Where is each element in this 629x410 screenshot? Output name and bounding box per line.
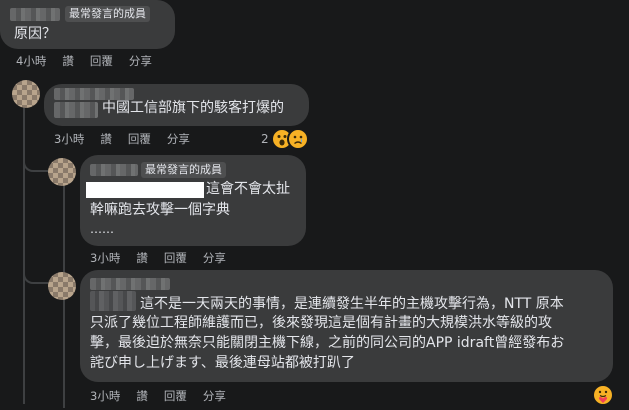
comment-text-line: …… [90,222,114,236]
blurred-username [90,278,170,290]
reaction-summary[interactable] [592,384,614,410]
comment-text-line: 這會不會太扯 [206,181,290,197]
comment-timestamp[interactable]: 3小時 [90,250,120,266]
redacted-mention [86,182,204,198]
comment-actions: 3小時 讚 回覆 分享 [90,388,226,404]
comment-text: 原因？ [14,26,56,42]
avatar[interactable] [48,158,76,186]
comment-text-line: 詫び申し上げます、最後連母站都被打趴了 [90,355,355,371]
top-contributor-badge: 最常發言的成員 [141,162,226,178]
reply-button[interactable]: 回覆 [128,131,151,147]
blurred-username [90,164,138,176]
reply-button[interactable]: 回覆 [90,53,113,69]
thread-connector [23,262,48,284]
comment-actions: 4小時 讚 回覆 分享 [16,53,152,69]
reply-button[interactable]: 回覆 [164,388,187,404]
sad-reaction-icon [286,128,309,150]
care-reaction-icon [592,384,614,406]
top-contributor-badge: 最常發言的成員 [65,6,150,22]
share-button[interactable]: 分享 [203,388,226,404]
reaction-summary[interactable]: 2 [261,128,309,150]
comment-text-line: 這不是一天兩天的事情，是連續發生半年的主機攻擊行為，NTT 原本 [140,296,564,312]
comment-actions: 3小時 讚 回覆 分享 [90,250,226,266]
comment-timestamp[interactable]: 4小時 [16,53,46,69]
thread-connector [23,150,48,172]
comment-bubble: 最常發言的成員 這會不會太扯 幹嘛跑去攻擊一個字典 …… [80,155,306,246]
comment-text-line: 幹嘛跑去攻擊一個字典 [90,202,230,218]
comment-timestamp[interactable]: 3小時 [90,388,120,404]
comment-bubble: 這不是一天兩天的事情，是連續發生半年的主機攻擊行為，NTT 原本 只派了幾位工程… [80,270,613,382]
like-button[interactable]: 讚 [136,250,148,266]
like-button[interactable]: 讚 [136,388,148,404]
share-button[interactable]: 分享 [167,131,190,147]
avatar[interactable] [12,80,40,108]
comment-bubble: 最常發言的成員 原因？ [0,0,175,49]
like-button[interactable]: 讚 [62,53,74,69]
blurred-username [90,291,136,311]
share-button[interactable]: 分享 [129,53,152,69]
comment-text: 中國工信部旗下的駭客打爆的 [102,100,284,116]
reply-button[interactable]: 回覆 [164,250,187,266]
reaction-count: 2 [261,132,269,146]
like-button[interactable]: 讚 [100,131,112,147]
avatar[interactable] [48,272,76,300]
blurred-username [54,102,98,118]
thread-line [23,104,25,404]
comment-bubble: 中國工信部旗下的駭客打爆的 [44,84,309,126]
comment-text-line: 擊，最後迫於無奈只能關閉主機下線，之前的同公司的APP idraft曾經發布お [90,335,565,351]
comment-timestamp[interactable]: 3小時 [54,131,84,147]
share-button[interactable]: 分享 [203,250,226,266]
blurred-username [10,8,60,21]
comment-actions: 3小時 讚 回覆 分享 [54,131,190,147]
comment-text-line: 只派了幾位工程師維護而已，後來發現這是個有計畫的大規模洪水等級的攻 [90,315,552,331]
